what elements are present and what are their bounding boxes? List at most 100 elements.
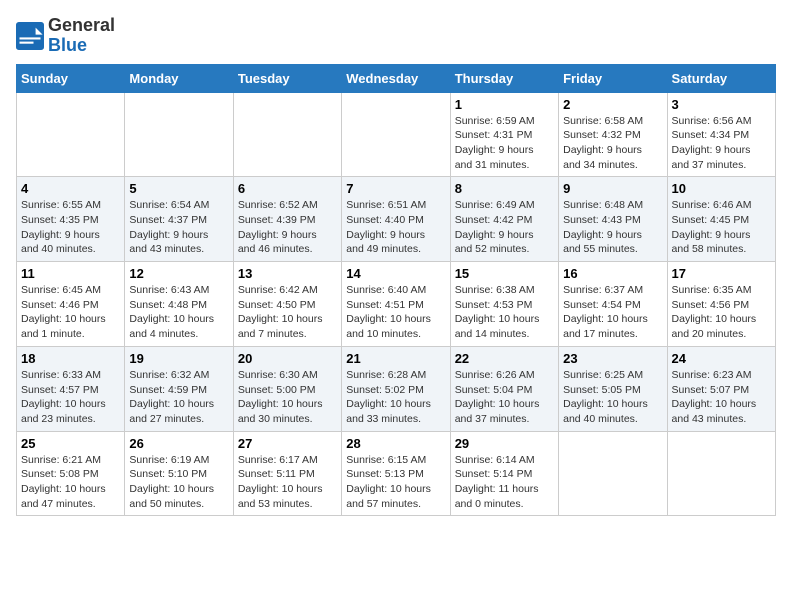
day-detail: Sunrise: 6:43 AM Sunset: 4:48 PM Dayligh… bbox=[129, 283, 228, 342]
calendar-cell: 10 Sunrise: 6:46 AM Sunset: 4:45 PM Dayli… bbox=[667, 177, 775, 262]
logo-icon bbox=[16, 22, 44, 50]
calendar-week-5: 25 Sunrise: 6:21 AM Sunset: 5:08 PM Dayli… bbox=[17, 431, 776, 516]
day-detail: Sunrise: 6:30 AM Sunset: 5:00 PM Dayligh… bbox=[238, 368, 337, 427]
weekday-header-monday: Monday bbox=[125, 64, 233, 92]
calendar-cell: 17 Sunrise: 6:35 AM Sunset: 4:56 PM Dayli… bbox=[667, 262, 775, 347]
calendar-cell bbox=[559, 431, 667, 516]
day-number: 18 bbox=[21, 351, 120, 366]
weekday-header-saturday: Saturday bbox=[667, 64, 775, 92]
day-number: 22 bbox=[455, 351, 554, 366]
day-detail: Sunrise: 6:33 AM Sunset: 4:57 PM Dayligh… bbox=[21, 368, 120, 427]
day-number: 19 bbox=[129, 351, 228, 366]
day-detail: Sunrise: 6:51 AM Sunset: 4:40 PM Dayligh… bbox=[346, 198, 445, 257]
header: GeneralBlue bbox=[16, 16, 776, 56]
day-number: 25 bbox=[21, 436, 120, 451]
day-number: 21 bbox=[346, 351, 445, 366]
day-detail: Sunrise: 6:23 AM Sunset: 5:07 PM Dayligh… bbox=[672, 368, 771, 427]
calendar-cell: 4 Sunrise: 6:55 AM Sunset: 4:35 PM Daylig… bbox=[17, 177, 125, 262]
day-detail: Sunrise: 6:49 AM Sunset: 4:42 PM Dayligh… bbox=[455, 198, 554, 257]
calendar-week-1: 1 Sunrise: 6:59 AM Sunset: 4:31 PM Daylig… bbox=[17, 92, 776, 177]
calendar-cell bbox=[125, 92, 233, 177]
day-number: 13 bbox=[238, 266, 337, 281]
day-detail: Sunrise: 6:59 AM Sunset: 4:31 PM Dayligh… bbox=[455, 114, 554, 173]
day-number: 16 bbox=[563, 266, 662, 281]
weekday-header-friday: Friday bbox=[559, 64, 667, 92]
calendar-table: SundayMondayTuesdayWednesdayThursdayFrid… bbox=[16, 64, 776, 517]
day-detail: Sunrise: 6:55 AM Sunset: 4:35 PM Dayligh… bbox=[21, 198, 120, 257]
calendar-cell: 26Sunrise: 6:19 AM Sunset: 5:10 PM Dayli… bbox=[125, 431, 233, 516]
day-number: 4 bbox=[21, 181, 120, 196]
day-number: 12 bbox=[129, 266, 228, 281]
day-number: 14 bbox=[346, 266, 445, 281]
day-detail: Sunrise: 6:26 AM Sunset: 5:04 PM Dayligh… bbox=[455, 368, 554, 427]
day-detail: Sunrise: 6:25 AM Sunset: 5:05 PM Dayligh… bbox=[563, 368, 662, 427]
day-detail: Sunrise: 6:48 AM Sunset: 4:43 PM Dayligh… bbox=[563, 198, 662, 257]
calendar-cell: 15 Sunrise: 6:38 AM Sunset: 4:53 PM Dayli… bbox=[450, 262, 558, 347]
calendar-cell: 11Sunrise: 6:45 AM Sunset: 4:46 PM Dayli… bbox=[17, 262, 125, 347]
calendar-cell: 28 Sunrise: 6:15 AM Sunset: 5:13 PM Dayli… bbox=[342, 431, 450, 516]
day-number: 2 bbox=[563, 97, 662, 112]
day-number: 24 bbox=[672, 351, 771, 366]
day-number: 6 bbox=[238, 181, 337, 196]
day-detail: Sunrise: 6:45 AM Sunset: 4:46 PM Dayligh… bbox=[21, 283, 120, 342]
calendar-cell: 12 Sunrise: 6:43 AM Sunset: 4:48 PM Dayli… bbox=[125, 262, 233, 347]
weekday-header-thursday: Thursday bbox=[450, 64, 558, 92]
calendar-cell: 25 Sunrise: 6:21 AM Sunset: 5:08 PM Dayli… bbox=[17, 431, 125, 516]
day-detail: Sunrise: 6:15 AM Sunset: 5:13 PM Dayligh… bbox=[346, 453, 445, 512]
day-number: 9 bbox=[563, 181, 662, 196]
calendar-cell: 19 Sunrise: 6:32 AM Sunset: 4:59 PM Dayli… bbox=[125, 346, 233, 431]
day-number: 3 bbox=[672, 97, 771, 112]
day-detail: Sunrise: 6:58 AM Sunset: 4:32 PM Dayligh… bbox=[563, 114, 662, 173]
weekday-header-tuesday: Tuesday bbox=[233, 64, 341, 92]
logo-text: GeneralBlue bbox=[48, 16, 115, 56]
calendar-cell bbox=[17, 92, 125, 177]
calendar-cell: 21 Sunrise: 6:28 AM Sunset: 5:02 PM Dayli… bbox=[342, 346, 450, 431]
day-number: 28 bbox=[346, 436, 445, 451]
day-detail: Sunrise: 6:56 AM Sunset: 4:34 PM Dayligh… bbox=[672, 114, 771, 173]
day-detail: Sunrise: 6:37 AM Sunset: 4:54 PM Dayligh… bbox=[563, 283, 662, 342]
logo: GeneralBlue bbox=[16, 16, 115, 56]
day-detail: Sunrise: 6:42 AM Sunset: 4:50 PM Dayligh… bbox=[238, 283, 337, 342]
day-number: 20 bbox=[238, 351, 337, 366]
day-detail: Sunrise: 6:21 AM Sunset: 5:08 PM Dayligh… bbox=[21, 453, 120, 512]
calendar-cell: 2 Sunrise: 6:58 AM Sunset: 4:32 PM Daylig… bbox=[559, 92, 667, 177]
day-number: 29 bbox=[455, 436, 554, 451]
calendar-cell: 5 Sunrise: 6:54 AM Sunset: 4:37 PM Daylig… bbox=[125, 177, 233, 262]
calendar-cell: 8 Sunrise: 6:49 AM Sunset: 4:42 PM Daylig… bbox=[450, 177, 558, 262]
day-detail: Sunrise: 6:32 AM Sunset: 4:59 PM Dayligh… bbox=[129, 368, 228, 427]
calendar-cell: 23 Sunrise: 6:25 AM Sunset: 5:05 PM Dayli… bbox=[559, 346, 667, 431]
calendar-cell bbox=[233, 92, 341, 177]
calendar-cell: 29Sunrise: 6:14 AM Sunset: 5:14 PM Dayli… bbox=[450, 431, 558, 516]
day-number: 15 bbox=[455, 266, 554, 281]
day-number: 23 bbox=[563, 351, 662, 366]
day-detail: Sunrise: 6:28 AM Sunset: 5:02 PM Dayligh… bbox=[346, 368, 445, 427]
day-detail: Sunrise: 6:38 AM Sunset: 4:53 PM Dayligh… bbox=[455, 283, 554, 342]
day-number: 17 bbox=[672, 266, 771, 281]
calendar-cell: 20 Sunrise: 6:30 AM Sunset: 5:00 PM Dayli… bbox=[233, 346, 341, 431]
weekday-header-sunday: Sunday bbox=[17, 64, 125, 92]
day-number: 1 bbox=[455, 97, 554, 112]
calendar-cell: 7 Sunrise: 6:51 AM Sunset: 4:40 PM Daylig… bbox=[342, 177, 450, 262]
calendar-week-3: 11Sunrise: 6:45 AM Sunset: 4:46 PM Dayli… bbox=[17, 262, 776, 347]
calendar-cell: 9 Sunrise: 6:48 AM Sunset: 4:43 PM Daylig… bbox=[559, 177, 667, 262]
calendar-cell: 18 Sunrise: 6:33 AM Sunset: 4:57 PM Dayli… bbox=[17, 346, 125, 431]
day-detail: Sunrise: 6:35 AM Sunset: 4:56 PM Dayligh… bbox=[672, 283, 771, 342]
day-number: 10 bbox=[672, 181, 771, 196]
calendar-week-4: 18 Sunrise: 6:33 AM Sunset: 4:57 PM Dayli… bbox=[17, 346, 776, 431]
day-detail: Sunrise: 6:52 AM Sunset: 4:39 PM Dayligh… bbox=[238, 198, 337, 257]
calendar-cell bbox=[667, 431, 775, 516]
calendar-week-2: 4 Sunrise: 6:55 AM Sunset: 4:35 PM Daylig… bbox=[17, 177, 776, 262]
day-detail: Sunrise: 6:54 AM Sunset: 4:37 PM Dayligh… bbox=[129, 198, 228, 257]
calendar-cell: 3 Sunrise: 6:56 AM Sunset: 4:34 PM Daylig… bbox=[667, 92, 775, 177]
calendar-cell: 16 Sunrise: 6:37 AM Sunset: 4:54 PM Dayli… bbox=[559, 262, 667, 347]
calendar-cell: 6 Sunrise: 6:52 AM Sunset: 4:39 PM Daylig… bbox=[233, 177, 341, 262]
calendar-cell: 14 Sunrise: 6:40 AM Sunset: 4:51 PM Dayli… bbox=[342, 262, 450, 347]
day-detail: Sunrise: 6:40 AM Sunset: 4:51 PM Dayligh… bbox=[346, 283, 445, 342]
calendar-cell: 1 Sunrise: 6:59 AM Sunset: 4:31 PM Daylig… bbox=[450, 92, 558, 177]
day-number: 26 bbox=[129, 436, 228, 451]
day-number: 8 bbox=[455, 181, 554, 196]
day-number: 7 bbox=[346, 181, 445, 196]
day-detail: Sunrise: 6:46 AM Sunset: 4:45 PM Dayligh… bbox=[672, 198, 771, 257]
day-number: 5 bbox=[129, 181, 228, 196]
calendar-cell: 13 Sunrise: 6:42 AM Sunset: 4:50 PM Dayli… bbox=[233, 262, 341, 347]
